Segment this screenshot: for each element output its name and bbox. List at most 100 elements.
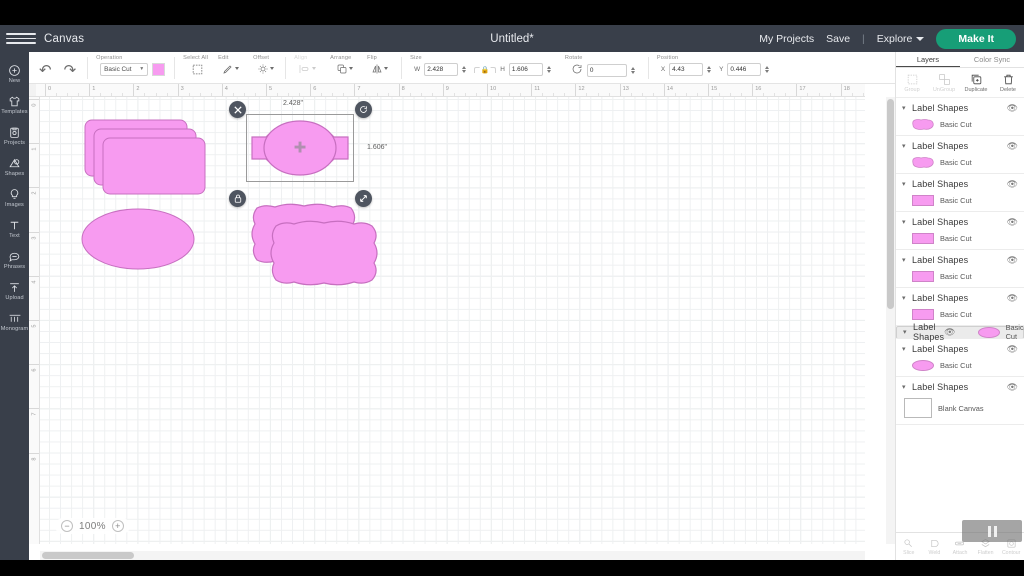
flip-button[interactable] [371,63,388,75]
layer-sublayer[interactable]: Basic Cut [896,306,1024,322]
save-button[interactable]: Save [826,33,850,45]
layer-group-header[interactable]: ▾Label Shapes👁 [896,341,1024,357]
layer-group-header[interactable]: ▾Label Shapes👁 [896,138,1024,154]
select-all-icon[interactable] [191,63,204,79]
layer-group[interactable]: ▾Label Shapes👁Basic Cut [896,98,1024,136]
visibility-eye-icon[interactable]: 👁 [1007,217,1018,228]
visibility-eye-icon[interactable]: 👁 [944,327,955,338]
sidebar-item-phrases[interactable]: Phrases [0,244,29,273]
zoom-in-button[interactable]: + [112,520,124,532]
layer-group[interactable]: ▾Label Shapes👁Basic Cut [896,212,1024,250]
my-projects-link[interactable]: My Projects [759,33,814,45]
layer-group[interactable]: ▾Label Shapes👁Blank Canvas [896,377,1024,425]
layer-group[interactable]: ▾Label Shapes👁Basic Cut [896,250,1024,288]
operation-color-swatch[interactable] [152,63,165,76]
layer-group-header[interactable]: ▾Label Shapes👁 [897,324,962,340]
zoom-out-button[interactable]: − [61,520,73,532]
chevron-down-icon[interactable]: ▾ [902,294,912,302]
tab-layers[interactable]: Layers [896,52,960,67]
layer-group[interactable]: ▾Label Shapes👁Basic Cut [896,174,1024,212]
layer-group[interactable]: ▾Label Shapes👁Basic Cut [896,339,1024,377]
chevron-down-icon[interactable]: ▾ [902,218,912,226]
sidebar-item-projects[interactable]: Projects [0,120,29,149]
layer-group[interactable]: ▾Label Shapes👁Basic Cut [896,326,1024,339]
y-input[interactable] [727,63,761,76]
rotate-stepper[interactable] [631,67,635,74]
layer-group-header[interactable]: ▾Label Shapes👁 [896,379,1024,395]
visibility-eye-icon[interactable]: 👁 [1007,382,1018,393]
layer-sublayer[interactable]: Basic Cut [896,357,1024,373]
align-button[interactable] [298,63,316,75]
rotate-handle[interactable] [355,101,372,118]
visibility-eye-icon[interactable]: 👁 [1007,293,1018,304]
operation-select[interactable]: Basic Cut▼ [100,63,148,76]
chevron-down-icon[interactable]: ▾ [903,328,913,336]
layer-sublayer[interactable]: Basic Cut [962,324,1024,340]
chevron-down-icon[interactable]: ▾ [902,383,912,391]
visibility-eye-icon[interactable]: 👁 [1007,344,1018,355]
layer-sublayer[interactable]: Basic Cut [896,154,1024,170]
group-button[interactable]: Group [896,73,928,93]
ellipse-1[interactable] [80,207,196,271]
layer-group[interactable]: ▾Label Shapes👁Basic Cut [896,288,1024,326]
machine-selector[interactable]: Explore [877,33,925,45]
sidebar-item-images[interactable]: Images [0,182,29,211]
layer-sublayer[interactable]: Basic Cut [896,268,1024,284]
height-stepper[interactable] [547,66,551,73]
delete-button[interactable]: Delete [992,73,1024,93]
scrollbar-thumb[interactable] [42,552,134,559]
edit-button[interactable] [222,63,239,75]
sidebar-item-new[interactable]: New [0,58,29,87]
make-it-button[interactable]: Make It [936,29,1016,49]
layer-group-header[interactable]: ▾Label Shapes👁 [896,290,1024,306]
delete-handle[interactable] [229,101,246,118]
visibility-eye-icon[interactable]: 👁 [1007,103,1018,114]
height-input[interactable] [509,63,543,76]
layer-group-header[interactable]: ▾Label Shapes👁 [896,100,1024,116]
horizontal-scrollbar[interactable] [40,551,865,560]
lock-handle[interactable] [229,190,246,207]
offset-button[interactable] [257,63,274,75]
sidebar-item-text[interactable]: Text [0,213,29,242]
visibility-eye-icon[interactable]: 👁 [1007,179,1018,190]
sidebar-item-upload[interactable]: Upload [0,275,29,304]
layer-sublayer[interactable]: Basic Cut [896,192,1024,208]
undo-icon[interactable]: ↶ [39,63,52,78]
label-plaque-2[interactable] [261,219,387,287]
rotate-input[interactable] [587,64,627,77]
visibility-eye-icon[interactable]: 👁 [1007,255,1018,266]
ungroup-button[interactable]: UnGroup [928,73,960,93]
slice-button[interactable]: Slice [896,538,922,556]
scrollbar-thumb[interactable] [887,99,894,309]
layer-group-header[interactable]: ▾Label Shapes👁 [896,252,1024,268]
rotate-icon[interactable] [571,63,583,78]
y-stepper[interactable] [765,66,769,73]
tab-color-sync[interactable]: Color Sync [960,52,1024,67]
chevron-down-icon[interactable]: ▾ [902,104,912,112]
weld-button[interactable]: Weld [922,538,948,556]
layer-sublayer[interactable]: Basic Cut [896,116,1024,132]
pause-overlay[interactable] [962,520,1022,542]
layers-list[interactable]: ▾Label Shapes👁Basic Cut▾Label Shapes👁Bas… [896,98,1024,532]
design-canvas[interactable]: ✚ 2.428" 1.606" [40,97,865,544]
chevron-down-icon[interactable]: ▾ [902,345,912,353]
x-input[interactable] [669,63,703,76]
size-lock-toggle[interactable]: 🔒 [472,67,498,80]
x-stepper[interactable] [707,66,711,73]
duplicate-button[interactable]: Duplicate [960,73,992,93]
resize-handle[interactable] [355,190,372,207]
chevron-down-icon[interactable]: ▾ [902,180,912,188]
layer-sublayer[interactable]: Blank Canvas [896,395,1024,421]
layer-group-header[interactable]: ▾Label Shapes👁 [896,176,1024,192]
chevron-down-icon[interactable]: ▾ [902,142,912,150]
hamburger-icon[interactable] [6,33,36,44]
sidebar-item-templates[interactable]: Templates [0,89,29,118]
redo-icon[interactable]: ↷ [64,63,77,78]
chevron-down-icon[interactable]: ▾ [902,256,912,264]
layer-group-header[interactable]: ▾Label Shapes👁 [896,214,1024,230]
width-stepper[interactable] [462,66,466,73]
vertical-scrollbar[interactable] [886,97,895,544]
sidebar-item-shapes[interactable]: Shapes [0,151,29,180]
sidebar-item-monogram[interactable]: Monogram [0,306,29,335]
layer-sublayer[interactable]: Basic Cut [896,230,1024,246]
